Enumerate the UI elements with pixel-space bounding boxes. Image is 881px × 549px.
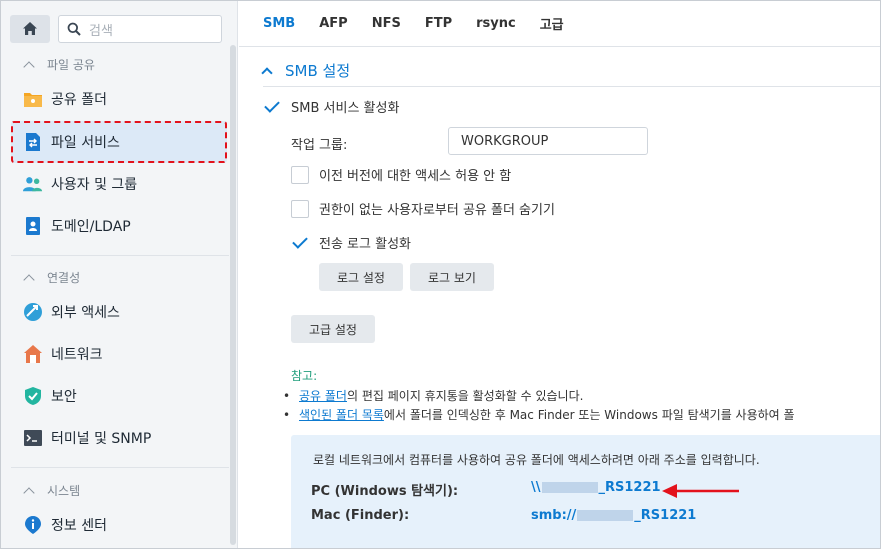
prev-version-checkbox[interactable] <box>291 165 309 184</box>
note-title: 참고: <box>291 369 318 383</box>
advanced-settings-button[interactable]: 고급 설정 <box>291 315 375 343</box>
tab-afp[interactable]: AFP <box>319 16 347 31</box>
sidebar-item-shared-folder[interactable]: 공유 폴더 <box>11 80 227 118</box>
redacted-hostname <box>577 510 634 521</box>
chevron-up-icon <box>23 60 35 73</box>
section-label: 연결성 <box>47 271 81 285</box>
search-input[interactable]: 검색 <box>58 15 222 43</box>
redacted-hostname <box>541 482 598 493</box>
sidebar-item-label: 보안 <box>51 389 77 405</box>
sidebar-item-label: 네트워크 <box>51 347 103 363</box>
mac-label: Mac (Finder): <box>311 508 410 523</box>
pc-address[interactable]: \\ _RS1221 <box>531 480 661 495</box>
sidebar-scrollbar[interactable] <box>230 45 236 545</box>
sidebar-item-label: 외부 액세스 <box>51 305 120 321</box>
search-placeholder: 검색 <box>89 23 113 39</box>
tab-rsync[interactable]: rsync <box>476 16 516 31</box>
file-services-icon <box>23 132 43 152</box>
shared-folder-link[interactable]: 공유 폴더 <box>299 389 347 403</box>
search-icon <box>67 22 81 36</box>
domain-icon <box>23 216 43 236</box>
section-connectivity[interactable]: 연결성 <box>23 269 81 286</box>
sidebar-item-domain-ldap[interactable]: 도메인/LDAP <box>11 207 227 245</box>
log-settings-button[interactable]: 로그 설정 <box>319 263 403 291</box>
indexed-folders-link[interactable]: 색인된 폴더 목록 <box>299 408 384 422</box>
tab-bar: SMB AFP NFS FTP rsync 고급 <box>239 1 880 47</box>
chevron-up-icon <box>261 66 273 79</box>
pc-address-prefix: \\ <box>531 480 541 495</box>
prev-version-row: 이전 버전에 대한 액세스 허용 안 함 <box>291 165 511 184</box>
smb-enable-label: SMB 서비스 활성화 <box>291 101 400 116</box>
smb-enable-checkbox[interactable] <box>263 98 281 116</box>
hide-shares-label: 권한이 없는 사용자로부터 공유 폴더 숨기기 <box>319 203 555 218</box>
divider <box>263 86 880 87</box>
home-button[interactable] <box>10 15 50 43</box>
divider <box>11 255 229 256</box>
pc-label: PC (Windows 탐색기): <box>311 484 459 499</box>
sidebar-item-label: 사용자 및 그룹 <box>51 177 138 193</box>
tab-advanced[interactable]: 고급 <box>540 14 564 33</box>
sidebar-item-label: 도메인/LDAP <box>51 219 131 235</box>
sidebar-item-label: 터미널 및 SNMP <box>51 431 152 447</box>
chevron-up-icon <box>23 486 35 499</box>
mac-address-suffix: _RS1221 <box>634 508 697 523</box>
note-item: • 공유 폴더의 편집 페이지 휴지통을 활성화할 수 있습니다. <box>283 389 584 403</box>
mac-address-prefix: smb:// <box>531 508 577 523</box>
pc-address-suffix: _RS1221 <box>598 480 661 495</box>
workgroup-value: WORKGROUP <box>461 133 549 149</box>
users-icon <box>23 174 43 194</box>
section-title: SMB 설정 <box>285 62 351 80</box>
terminal-icon <box>23 428 43 448</box>
sidebar-item-users-groups[interactable]: 사용자 및 그룹 <box>11 165 227 203</box>
hide-shares-row: 권한이 없는 사용자로부터 공유 폴더 숨기기 <box>291 199 555 218</box>
external-access-icon <box>23 302 43 322</box>
hide-shares-checkbox[interactable] <box>291 199 309 218</box>
smb-enable-row: SMB 서비스 활성화 <box>263 97 399 116</box>
tab-ftp[interactable]: FTP <box>425 16 452 31</box>
sidebar-item-label: 공유 폴더 <box>51 92 107 108</box>
chevron-up-icon <box>23 273 35 286</box>
sidebar-item-network[interactable]: 네트워크 <box>11 335 227 373</box>
sidebar-item-label: 정보 센터 <box>51 518 107 534</box>
tab-smb[interactable]: SMB <box>263 16 295 31</box>
transfer-log-label: 전송 로그 활성화 <box>319 237 411 252</box>
sidebar-item-info-center[interactable]: 정보 센터 <box>11 506 227 544</box>
sidebar: 검색 파일 공유 공유 폴더 파일 서비스 사용자 및 그룹 도메인/LDAP … <box>1 1 238 548</box>
network-icon <box>23 344 43 364</box>
shield-icon <box>23 386 43 406</box>
workgroup-input[interactable]: WORKGROUP <box>448 127 648 155</box>
section-label: 시스템 <box>47 484 81 498</box>
access-info-box: 로컬 네트워크에서 컴퓨터를 사용하여 공유 폴더에 액세스하려면 아래 주소를… <box>291 435 880 548</box>
mac-address[interactable]: smb:// _RS1221 <box>531 508 696 523</box>
sidebar-item-security[interactable]: 보안 <box>11 377 227 415</box>
access-description: 로컬 네트워크에서 컴퓨터를 사용하여 공유 폴더에 액세스하려면 아래 주소를… <box>313 453 760 467</box>
section-label: 파일 공유 <box>47 58 95 72</box>
main-content: SMB 설정 SMB 서비스 활성화 작업 그룹: WORKGROUP 이전 버… <box>239 48 880 548</box>
divider <box>11 467 229 468</box>
transfer-log-checkbox[interactable] <box>291 234 309 252</box>
home-icon <box>23 22 37 35</box>
sidebar-item-file-services[interactable]: 파일 서비스 <box>11 121 227 163</box>
tab-nfs[interactable]: NFS <box>372 16 401 31</box>
note-item: • 색인된 폴더 목록에서 폴더를 인덱싱한 후 Mac Finder 또는 Wi… <box>283 408 795 422</box>
note-text: 의 편집 페이지 휴지통을 활성화할 수 있습니다. <box>346 389 584 403</box>
workgroup-label: 작업 그룹: <box>291 138 348 153</box>
sidebar-item-terminal-snmp[interactable]: 터미널 및 SNMP <box>11 419 227 457</box>
folder-icon <box>23 89 43 109</box>
sidebar-item-external-access[interactable]: 외부 액세스 <box>11 293 227 331</box>
smb-section-header[interactable]: SMB 설정 <box>261 60 351 81</box>
info-icon <box>23 515 43 535</box>
transfer-log-row: 전송 로그 활성화 <box>291 233 411 252</box>
sidebar-item-label: 파일 서비스 <box>51 135 120 151</box>
note-text: 에서 폴더를 인덱싱한 후 Mac Finder 또는 Windows 파일 탐… <box>383 408 795 422</box>
annotation-arrow-icon <box>662 484 739 498</box>
prev-version-label: 이전 버전에 대한 액세스 허용 안 함 <box>319 169 512 184</box>
section-file-sharing[interactable]: 파일 공유 <box>23 56 95 73</box>
section-system[interactable]: 시스템 <box>23 482 81 499</box>
log-view-button[interactable]: 로그 보기 <box>410 263 494 291</box>
